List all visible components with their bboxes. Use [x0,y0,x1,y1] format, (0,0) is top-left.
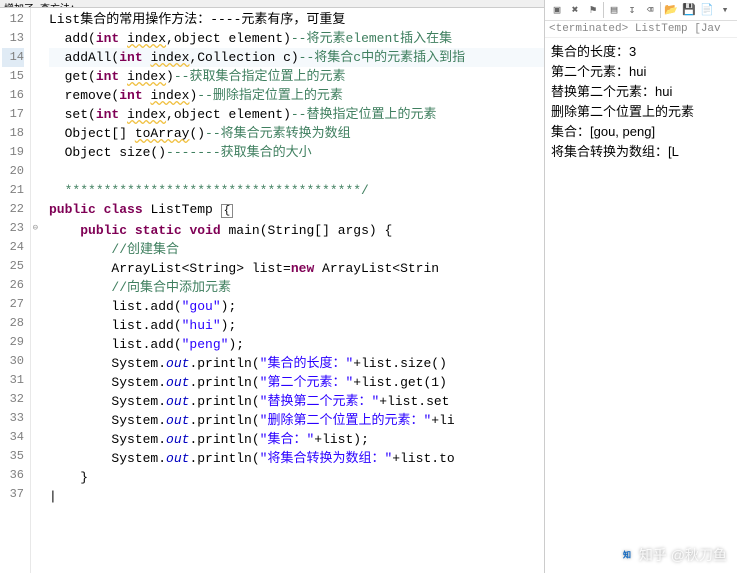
line-number-gutter[interactable]: 1213141516171819202122232425262728293031… [0,8,31,573]
remove-all-icon[interactable]: ▣ [549,2,565,18]
console-line: 将集合转换为数组：[L [551,142,731,162]
code-line[interactable]: ArrayList<String> list=new ArrayList<Str… [49,259,544,278]
line-number[interactable]: 35 [2,447,24,466]
code-line[interactable]: System.out.println("替换第二个元素："+list.set [49,392,544,411]
code-line[interactable]: System.out.println("删除第二个位置上的元素："+li [49,411,544,430]
line-number[interactable]: 30 [2,352,24,371]
code-line[interactable]: get(int index)--获取集合指定位置上的元素 [49,67,544,86]
line-number[interactable]: 17 [2,105,24,124]
code-line[interactable]: System.out.println("集合的长度："+list.size() [49,354,544,373]
code-line[interactable]: System.out.println("第二个元素："+list.get(1) [49,373,544,392]
close-icon[interactable]: ✖ [567,2,583,18]
line-number[interactable]: 25 [2,257,24,276]
console-line: 删除第二个位置上的元素 [551,102,731,122]
line-number[interactable]: 37 [2,485,24,504]
code-line[interactable]: list.add("hui"); [49,316,544,335]
code-line[interactable]: remove(int index)--删除指定位置上的元素 [49,86,544,105]
pin-icon[interactable]: ⚑ [585,2,601,18]
code-line[interactable]: public static void main(String[] args) { [49,221,544,240]
save-icon[interactable]: 💾 [681,2,697,18]
console-run-header: <terminated> ListTemp [Jav [545,21,737,38]
line-number[interactable]: 13 [2,29,24,48]
line-number[interactable]: 18 [2,124,24,143]
code-line[interactable]: | [49,487,544,506]
line-number[interactable]: 34 [2,428,24,447]
console-line: 集合：[gou, peng] [551,122,731,142]
line-number[interactable]: 23 [2,219,24,238]
code-line[interactable]: List集合的常用操作方法：----元素有序，可重复 [49,10,544,29]
code-line[interactable]: **************************************/ [49,181,544,200]
line-number[interactable]: 27 [2,295,24,314]
code-line[interactable]: set(int index,object element)--替换指定位置上的元… [49,105,544,124]
editor-tabs: 增加了 查方法： [0,0,544,8]
code-line[interactable]: Object size()-------获取集合的大小 [49,143,544,162]
line-number[interactable]: 12 [2,10,24,29]
line-number[interactable]: 31 [2,371,24,390]
code-line[interactable]: list.add("peng"); [49,335,544,354]
line-number[interactable]: 36 [2,466,24,485]
code-line[interactable]: } [49,468,544,487]
code-line[interactable]: System.out.println("集合："+list); [49,430,544,449]
console-output: 集合的长度：3第二个元素：hui替换第二个元素：hui删除第二个位置上的元素集合… [545,38,737,573]
open-icon[interactable]: 📂 [663,2,679,18]
line-number[interactable]: 20 [2,162,24,181]
menu-icon[interactable]: ▾ [717,2,733,18]
code-line[interactable]: addAll(int index,Collection c)--将集合c中的元素… [49,48,544,67]
line-number[interactable]: 22 [2,200,24,219]
clear-icon[interactable]: ⌫ [642,2,658,18]
code-line[interactable]: add(int index,object element)--将元素elemen… [49,29,544,48]
code-line[interactable]: //创建集合 [49,240,544,259]
line-number[interactable]: 26 [2,276,24,295]
line-number[interactable]: 33 [2,409,24,428]
code-line[interactable]: System.out.println("将集合转换为数组："+list.to [49,449,544,468]
line-number[interactable]: 32 [2,390,24,409]
console-toolbar: ▣✖⚑ ▤↧⌫ 📂💾📄▾ [545,0,737,21]
code-line[interactable] [49,162,544,181]
line-number[interactable]: 15 [2,67,24,86]
console-line: 替换第二个元素：hui [551,82,731,102]
code-line[interactable]: //向集合中添加元素 [49,278,544,297]
code-line[interactable]: public class ListTemp { [49,200,544,221]
editor-pane: 增加了 查方法： 1213141516171819202122232425262… [0,0,545,573]
console-pane: ▣✖⚑ ▤↧⌫ 📂💾📄▾ <terminated> ListTemp [Jav 集合… [545,0,737,573]
line-number[interactable]: 16 [2,86,24,105]
code-area: 1213141516171819202122232425262728293031… [0,8,544,573]
line-number[interactable]: 29 [2,333,24,352]
console-line: 第二个元素：hui [551,62,731,82]
line-number[interactable]: 28 [2,314,24,333]
code-line[interactable]: Object[] toArray()--将集合元素转换为数组 [49,124,544,143]
line-number[interactable]: 19 [2,143,24,162]
line-number[interactable]: 21 [2,181,24,200]
line-number[interactable]: 24 [2,238,24,257]
code-editor[interactable]: List集合的常用操作方法：----元素有序，可重复 add(int index… [31,8,544,573]
new-icon[interactable]: 📄 [699,2,715,18]
console-line: 集合的长度：3 [551,42,731,62]
line-number[interactable]: 14 [2,48,24,67]
code-line[interactable]: list.add("gou"); [49,297,544,316]
display-icon[interactable]: ▤ [606,2,622,18]
scroll-icon[interactable]: ↧ [624,2,640,18]
